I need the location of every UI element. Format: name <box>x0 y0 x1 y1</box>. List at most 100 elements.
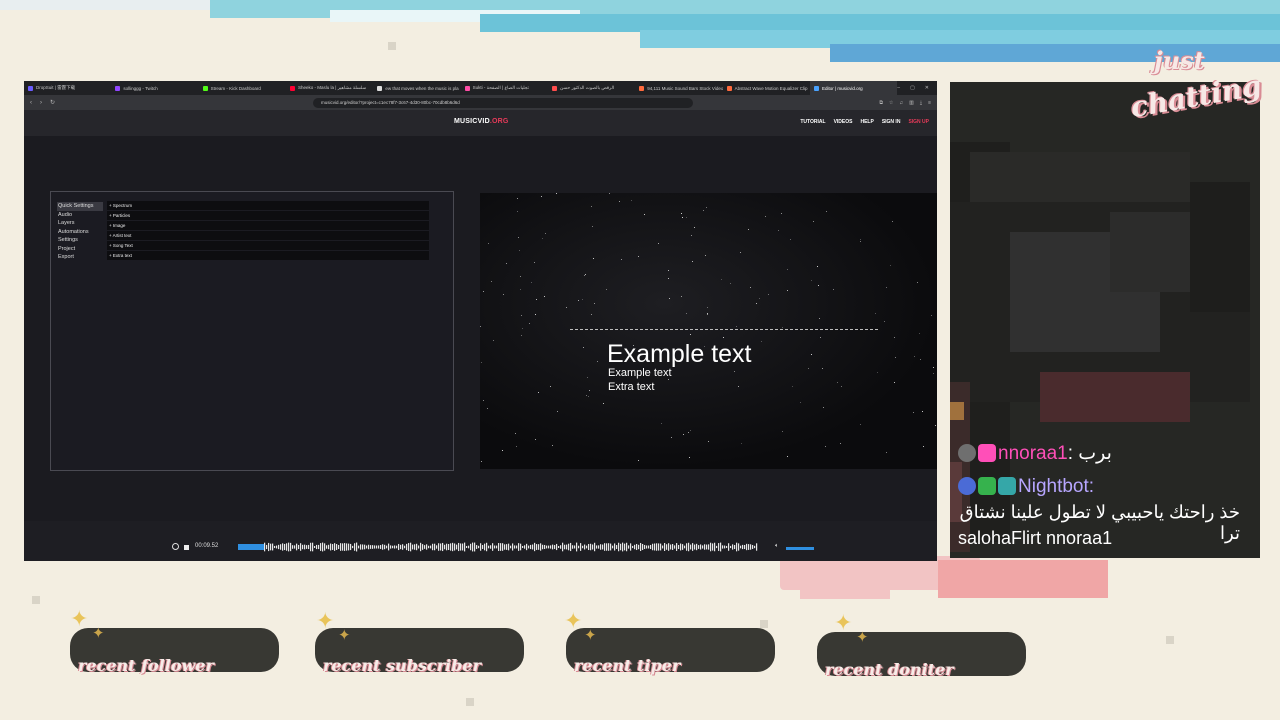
menu-icon[interactable]: ≡ <box>928 100 931 106</box>
download-icon[interactable]: ⤓ <box>920 100 922 106</box>
music-icon[interactable]: ♫ <box>899 100 903 106</box>
layer-extra-text[interactable]: + Extra text <box>107 251 429 260</box>
particle <box>535 314 536 315</box>
waveform-bar <box>278 544 280 550</box>
preview-title: Example text <box>607 340 752 368</box>
waveform-bar <box>276 545 278 549</box>
waveform-bar <box>294 545 296 549</box>
browser-tab[interactable]: Abstract Wave Motion Equalizer Clip <box>723 81 810 95</box>
waveform-bar <box>400 544 402 550</box>
waveform-bar <box>556 543 558 551</box>
waveform-bar <box>704 544 706 550</box>
waveform-seekbar[interactable] <box>238 542 758 552</box>
site-logo[interactable]: MUSICVID.ORG <box>454 118 509 125</box>
waveform-bar <box>674 545 676 549</box>
layer-particles[interactable]: + Particles <box>107 211 429 220</box>
waveform-bar <box>410 542 412 552</box>
waveform-bar <box>380 545 382 549</box>
particle <box>658 243 659 244</box>
stop-button[interactable] <box>184 545 189 550</box>
sparkle-icon: ✦ <box>316 608 335 633</box>
browser-tab[interactable]: sollinggg - Twitch <box>111 81 198 95</box>
waveform-bar <box>330 543 332 551</box>
waveform-bar <box>640 542 642 552</box>
browser-tab[interactable]: Sukti - تجليات الصاع | الصفحة <box>461 81 548 95</box>
layer-image[interactable]: + Image <box>107 221 429 230</box>
browser-tab[interactable]: Stream - Kick Dashboard <box>199 81 286 95</box>
tab-favicon-icon <box>28 85 33 91</box>
forward-icon[interactable]: › <box>40 100 42 106</box>
particle <box>723 337 724 338</box>
particle <box>661 423 662 424</box>
chat-username[interactable]: nnoraa1 <box>998 443 1068 464</box>
waveform-bar <box>458 542 460 552</box>
waveform-bar <box>742 544 744 550</box>
waveform-bar <box>670 544 672 550</box>
video-preview[interactable]: Example text Example text Extra text <box>480 193 937 469</box>
volume-slider[interactable] <box>786 547 814 550</box>
url-input[interactable]: musicvid.org/editor/?project=c1ec78f7-3c… <box>313 97 694 108</box>
nav-sign-in[interactable]: SIGN IN <box>882 119 901 125</box>
particle <box>483 400 484 401</box>
waveform-bar <box>456 544 458 550</box>
particle <box>822 368 823 369</box>
browser-tab[interactable]: Sheeko - Maslu la | سلسلة مشاهير <box>286 81 373 95</box>
volume-icon[interactable]: 🔈︎ <box>775 543 779 550</box>
maximize-icon[interactable]: ▢ <box>910 85 915 91</box>
particle <box>748 229 749 230</box>
pause-button[interactable] <box>172 543 179 550</box>
nav-help[interactable]: HELP <box>860 119 873 125</box>
browser-tab[interactable]: DropSuit | 雷霆下载 <box>24 81 111 95</box>
menu-project[interactable]: Project <box>57 245 103 254</box>
sidebar-icon[interactable]: ▥ <box>909 100 914 106</box>
chat-username[interactable]: Nightbot <box>1018 476 1089 497</box>
browser-tab[interactable]: 94,111 Music Sound Bars Stock Video <box>635 81 723 95</box>
particle <box>491 281 492 282</box>
minimize-icon[interactable]: – <box>897 85 900 91</box>
preview-background <box>480 193 937 469</box>
puzzle-icon[interactable]: ⧉ <box>879 100 883 106</box>
address-bar: ‹ › ↻ musicvid.org/editor/?project=c1ec7… <box>24 95 937 110</box>
layer-song-text[interactable]: + Song Text <box>107 241 429 250</box>
waveform-bar <box>698 545 700 549</box>
waveform-bar <box>412 544 414 550</box>
nav-videos[interactable]: VIDEOS <box>834 119 853 125</box>
particle <box>534 262 535 263</box>
waveform-bar <box>750 544 752 550</box>
particle <box>520 276 521 277</box>
back-icon[interactable]: ‹ <box>30 100 32 106</box>
particle <box>517 198 518 199</box>
menu-settings[interactable]: Settings <box>57 236 103 245</box>
waveform-bar <box>310 542 312 552</box>
waveform-bar <box>362 544 364 550</box>
browser-tab[interactable]: الرقص بالصوت الدكتور حسن <box>548 81 635 95</box>
particle <box>920 359 921 360</box>
bookmark-icon[interactable]: ☆ <box>889 100 893 106</box>
menu-audio[interactable]: Audio <box>57 211 103 220</box>
layer-spectrum[interactable]: + Spectrum <box>107 201 429 210</box>
browser-tab[interactable]: ew that moves when the music is pla <box>373 81 460 95</box>
layer-artist-text[interactable]: + Artist text <box>107 231 429 240</box>
waveform-bar <box>588 543 590 551</box>
nav-sign-up[interactable]: SIGN UP <box>908 119 929 125</box>
particle <box>681 296 682 297</box>
particle <box>894 337 895 338</box>
browser-tab[interactable]: Editor | musicvid.org <box>809 81 898 95</box>
waveform-bar <box>354 543 356 551</box>
nav-tutorial[interactable]: TUTORIAL <box>800 119 825 125</box>
waveform-bar <box>432 543 434 551</box>
waveform-bar <box>524 545 526 549</box>
waveform-bar <box>308 544 310 550</box>
menu-quick-settings[interactable]: Quick Settings <box>57 202 103 211</box>
tab-favicon-icon <box>289 85 295 91</box>
waveform-bar <box>470 543 472 551</box>
close-icon[interactable]: ✕ <box>925 85 929 91</box>
menu-automations[interactable]: Automations <box>57 228 103 237</box>
reload-icon[interactable]: ↻ <box>50 99 55 106</box>
sparkle-icon: ✦ <box>584 627 597 644</box>
menu-layers[interactable]: Layers <box>57 219 103 228</box>
tab-label: DropSuit | 雷霆下载 <box>36 85 76 90</box>
menu-export[interactable]: Export <box>57 253 103 262</box>
waveform-bar <box>378 545 380 549</box>
particle <box>781 213 782 214</box>
